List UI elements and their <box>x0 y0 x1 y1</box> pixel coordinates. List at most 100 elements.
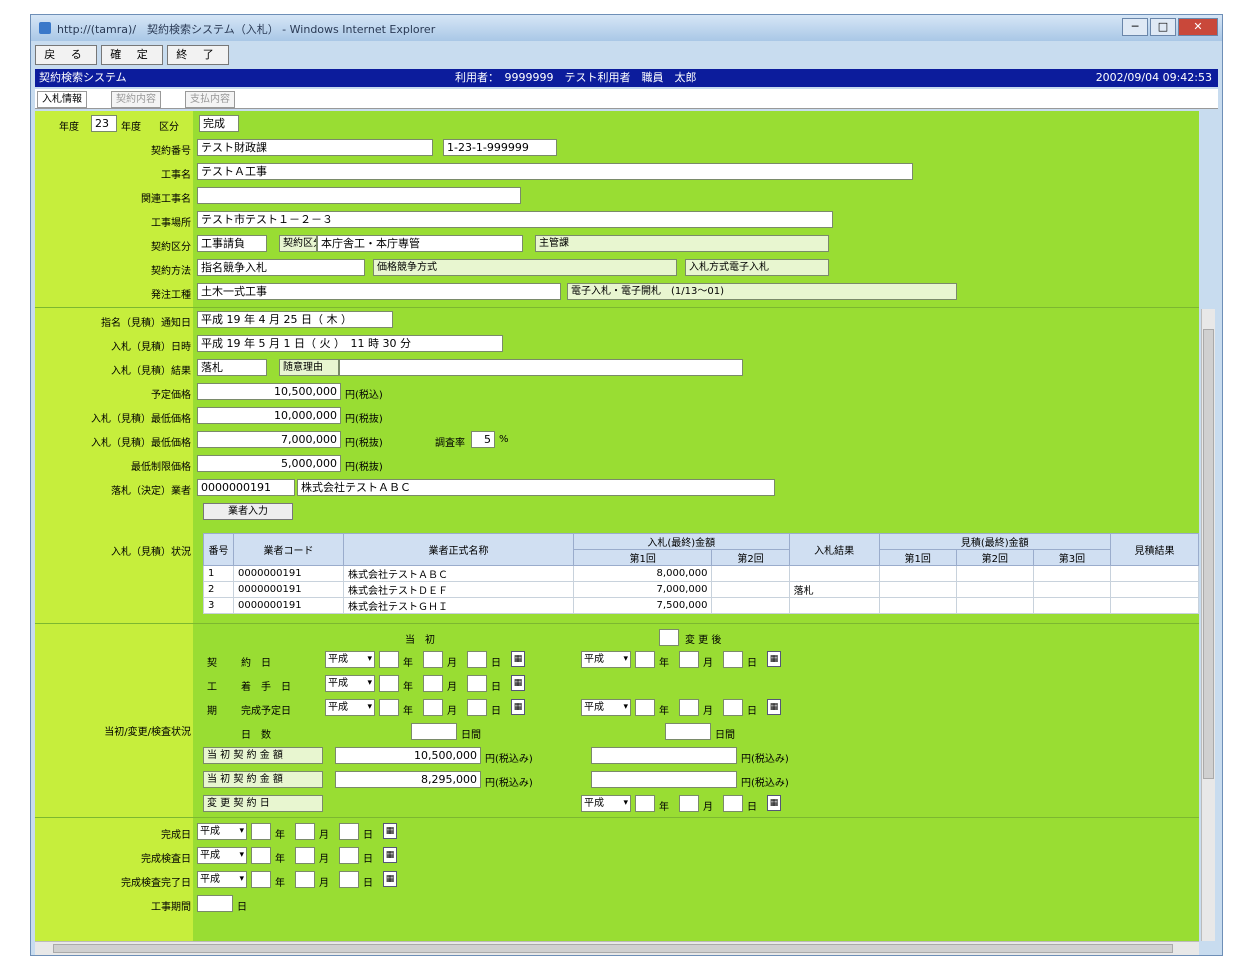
calendar-icon[interactable]: ▦ <box>511 699 525 715</box>
period-changed-part-0[interactable] <box>635 699 655 716</box>
method-field[interactable]: 指名競争入札 <box>197 259 365 276</box>
cell-result <box>788 565 880 582</box>
calendar-icon[interactable]: ▦ <box>383 823 397 839</box>
award-field[interactable]: 5,000,000 <box>197 455 341 472</box>
tab-bid-info[interactable]: 入札情報 <box>37 91 87 108</box>
calendar-icon[interactable]: ▦ <box>383 847 397 863</box>
bid-result-field[interactable]: 落札 <box>197 359 267 376</box>
work-days-field[interactable] <box>197 895 233 912</box>
period-initial-part-2[interactable] <box>467 651 487 668</box>
bid-date-field[interactable]: 平成 19 年 4 月 25 日（ 木 ） <box>197 311 393 328</box>
lowest-field[interactable]: 10,000,000 <box>197 407 341 424</box>
min-field[interactable]: 7,000,000 <box>197 431 341 448</box>
change-contract-part-0[interactable] <box>635 795 655 812</box>
completion-0-part-0[interactable] <box>251 823 271 840</box>
work-place-field[interactable]: テスト市テスト１－２－３ <box>197 211 833 228</box>
completion-1-part-0[interactable] <box>251 847 271 864</box>
type-field[interactable]: 工事請負 <box>197 235 267 252</box>
change-contract-part-1[interactable] <box>679 795 699 812</box>
period-initial-era-select[interactable]: 平成 <box>325 675 375 692</box>
maximize-button[interactable]: □ <box>1150 18 1176 36</box>
period-changed-part-2[interactable] <box>723 699 743 716</box>
vertical-scroll-thumb[interactable] <box>1203 329 1214 779</box>
amount1-changed-field[interactable] <box>591 747 737 764</box>
change-contract-part-2[interactable] <box>723 795 743 812</box>
completion-0-part-2[interactable] <box>339 823 359 840</box>
period-changed-era-select[interactable]: 平成 <box>581 651 631 668</box>
tab-contract[interactable]: 契約内容 <box>111 91 161 108</box>
division-field[interactable]: 完成 <box>199 115 239 132</box>
period-initial-unit-1: 月 <box>447 706 457 717</box>
period-initial-part-2[interactable] <box>467 699 487 716</box>
th-estimate-amount: 見積(最終)金額 <box>878 533 1112 550</box>
bidder-input-button[interactable]: 業者入力 <box>203 503 293 520</box>
period-initial-unit-1: 月 <box>447 682 457 693</box>
table-row[interactable]: 3 0000000191 株式会社テストＧＨＩ 7,500,000 <box>203 597 1199 614</box>
period-changed-era-select[interactable]: 平成 <box>581 699 631 716</box>
period-initial-part-0[interactable] <box>379 675 399 692</box>
period-initial-era-select[interactable]: 平成 <box>325 651 375 668</box>
exit-button[interactable]: 終 了 <box>167 45 229 65</box>
type-sub-field[interactable]: 本庁舎工・本庁専管 <box>317 235 523 252</box>
amount1-field[interactable]: 10,500,000 <box>335 747 481 764</box>
completion-2-part-1[interactable] <box>295 871 315 888</box>
calendar-icon[interactable]: ▦ <box>511 651 525 667</box>
period-changed-part-1[interactable] <box>679 699 699 716</box>
period-changed-part-0[interactable] <box>635 651 655 668</box>
winner-name-field[interactable]: 株式会社テストＡＢＣ <box>297 479 775 496</box>
calendar-icon[interactable]: ▦ <box>767 651 781 667</box>
calendar-icon[interactable]: ▦ <box>383 871 397 887</box>
completion-2-part-2[interactable] <box>339 871 359 888</box>
period-initial-part-0[interactable] <box>379 651 399 668</box>
contract-no-field[interactable]: 1-23-1-999999 <box>443 139 557 156</box>
estimate-field[interactable]: 10,500,000 <box>197 383 341 400</box>
dept-field[interactable]: テスト財政課 <box>197 139 433 156</box>
completion-2-era-select[interactable]: 平成 <box>197 871 247 888</box>
form-area: 年度 23 年度 区分 完成 契約番号 テスト財政課 1-23-1-999999… <box>35 111 1199 941</box>
year-field[interactable]: 23 <box>91 115 117 132</box>
period-initial-part-1[interactable] <box>423 675 443 692</box>
amount2-changed-field[interactable] <box>591 771 737 788</box>
back-button[interactable]: 戻 る <box>35 45 97 65</box>
completion-label-1: 完成検査日 <box>141 854 191 865</box>
horizontal-scroll-thumb[interactable] <box>53 944 1173 953</box>
completion-0-era-select[interactable]: 平成 <box>197 823 247 840</box>
completion-1-era-select[interactable]: 平成 <box>197 847 247 864</box>
vertical-scrollbar[interactable] <box>1201 309 1215 941</box>
period-changed-part-2[interactable] <box>723 651 743 668</box>
tab-payment[interactable]: 支払内容 <box>185 91 235 108</box>
period-initial-part-1[interactable] <box>423 699 443 716</box>
cell-result <box>788 597 880 614</box>
change-check[interactable] <box>659 629 679 646</box>
completion-1-part-2[interactable] <box>339 847 359 864</box>
winner-code-field[interactable]: 0000000191 <box>197 479 295 496</box>
close-button[interactable]: ✕ <box>1178 18 1218 36</box>
days-changed-field[interactable] <box>665 723 711 740</box>
completion-0-part-1[interactable] <box>295 823 315 840</box>
calendar-icon[interactable]: ▦ <box>767 699 781 715</box>
period-initial-part-1[interactable] <box>423 651 443 668</box>
bid-open-field[interactable]: 平成 19 年 5 月 1 日（ 火 ） 11 時 30 分 <box>197 335 503 352</box>
horizontal-scrollbar[interactable] <box>35 941 1199 955</box>
work-name-field[interactable]: テストＡ工事 <box>197 163 913 180</box>
period-initial-era-select[interactable]: 平成 <box>325 699 375 716</box>
related-field[interactable] <box>197 187 521 204</box>
table-row[interactable]: 2 0000000191 株式会社テストＤＥＦ 7,000,000 落札 <box>203 581 1199 598</box>
completion-1-part-1[interactable] <box>295 847 315 864</box>
table-row[interactable]: 1 0000000191 株式会社テストＡＢＣ 8,000,000 <box>203 565 1199 582</box>
period-initial-part-0[interactable] <box>379 699 399 716</box>
amount2-field[interactable]: 8,295,000 <box>335 771 481 788</box>
th-est-round1: 第1回 <box>878 549 957 566</box>
calendar-icon[interactable]: ▦ <box>511 675 525 691</box>
period-changed-part-1[interactable] <box>679 651 699 668</box>
rate-field[interactable]: 5 <box>471 431 495 448</box>
confirm-button[interactable]: 確 定 <box>101 45 163 65</box>
kind-field[interactable]: 土木一式工事 <box>197 283 561 300</box>
period-initial-part-2[interactable] <box>467 675 487 692</box>
minimize-button[interactable]: ─ <box>1122 18 1148 36</box>
days-initial-field[interactable] <box>411 723 457 740</box>
bid-reason-field[interactable] <box>339 359 743 376</box>
change-contract-era-select[interactable]: 平成 <box>581 795 631 812</box>
completion-2-part-0[interactable] <box>251 871 271 888</box>
calendar-icon[interactable]: ▦ <box>767 795 781 811</box>
